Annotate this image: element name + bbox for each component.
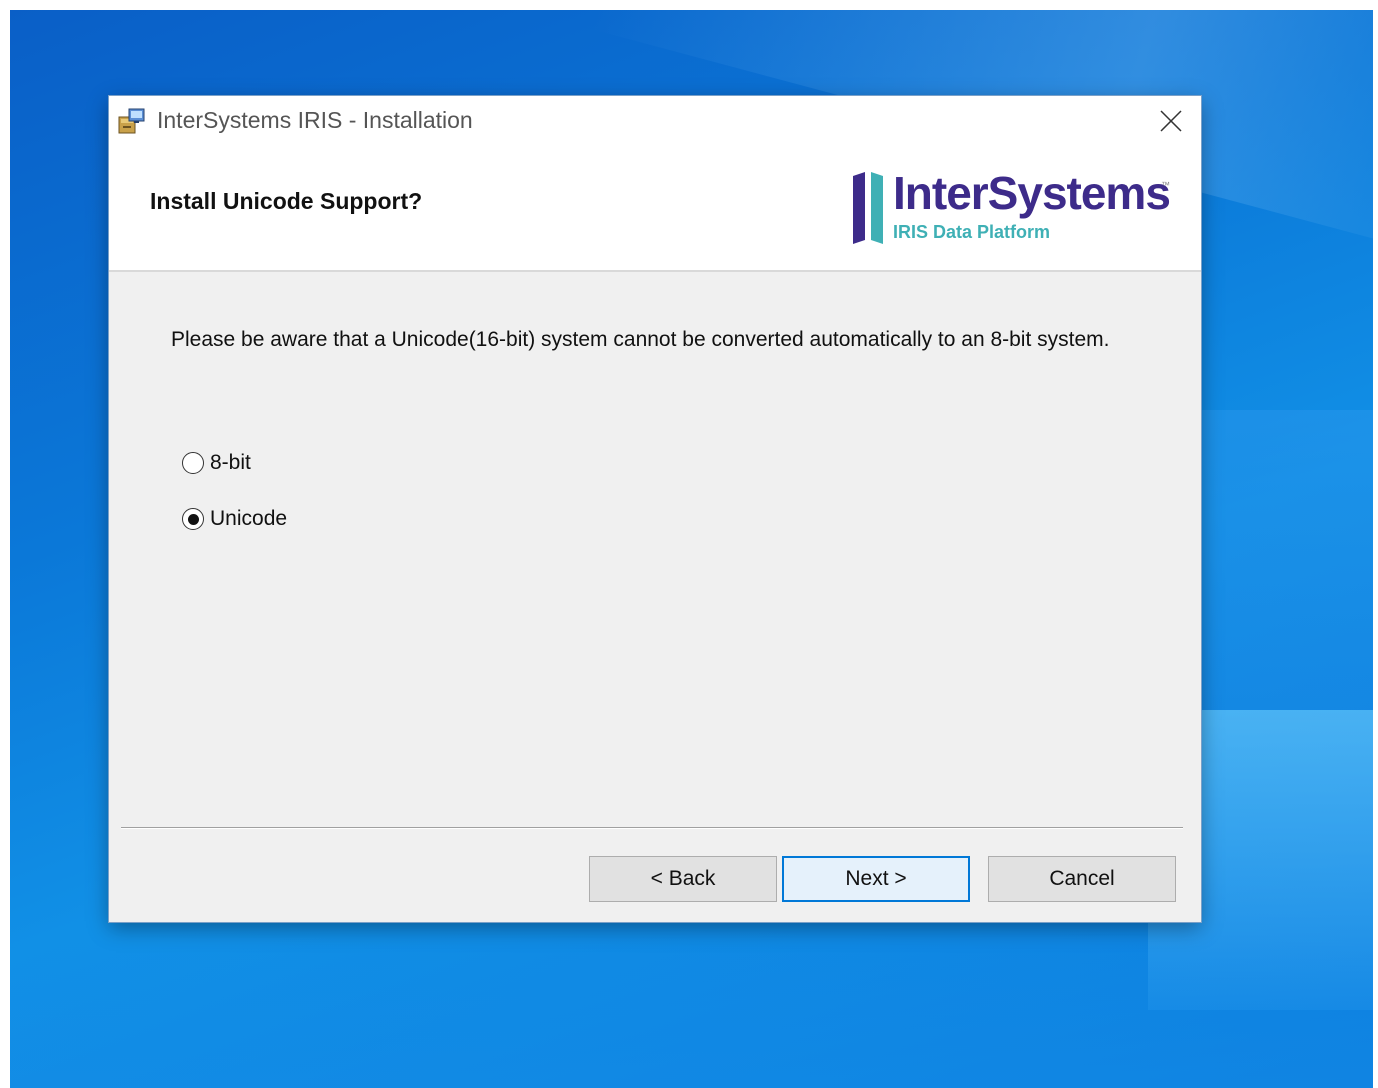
info-message: Please be aware that a Unicode(16-bit) s…: [171, 328, 1110, 351]
intersystems-logo: InterSystems ™ IRIS Data Platform: [851, 166, 1181, 248]
logo-trademark: ™: [1161, 180, 1170, 190]
cancel-button[interactable]: Cancel: [988, 856, 1176, 902]
radio-label-unicode[interactable]: Unicode: [210, 507, 287, 531]
logo-mark-icon: [853, 172, 883, 244]
next-button[interactable]: Next >: [782, 856, 970, 902]
close-icon: [1160, 110, 1182, 132]
radio-option-8bit[interactable]: 8-bit: [182, 451, 251, 475]
wallpaper-floor-glow: [10, 940, 1373, 1088]
logo-tagline: IRIS Data Platform: [893, 222, 1051, 242]
title-bar[interactable]: InterSystems IRIS - Installation: [109, 96, 1201, 146]
back-button[interactable]: < Back: [589, 856, 777, 902]
logo-wordmark: InterSystems: [893, 167, 1171, 219]
installer-icon: [118, 108, 145, 134]
radio-label-8bit[interactable]: 8-bit: [210, 451, 251, 475]
window-title: InterSystems IRIS - Installation: [157, 107, 473, 133]
page-title: Install Unicode Support?: [150, 188, 423, 214]
footer-divider: [121, 827, 1183, 829]
radio-button-8bit[interactable]: [182, 452, 204, 474]
dialog-header: Install Unicode Support? InterSystems ™ …: [109, 146, 1201, 272]
close-button[interactable]: [1141, 96, 1201, 146]
installer-dialog: InterSystems IRIS - Installation Install…: [109, 96, 1201, 922]
radio-option-unicode[interactable]: Unicode: [182, 507, 287, 531]
radio-selected-dot: [187, 513, 199, 525]
radio-button-unicode[interactable]: [182, 508, 204, 530]
